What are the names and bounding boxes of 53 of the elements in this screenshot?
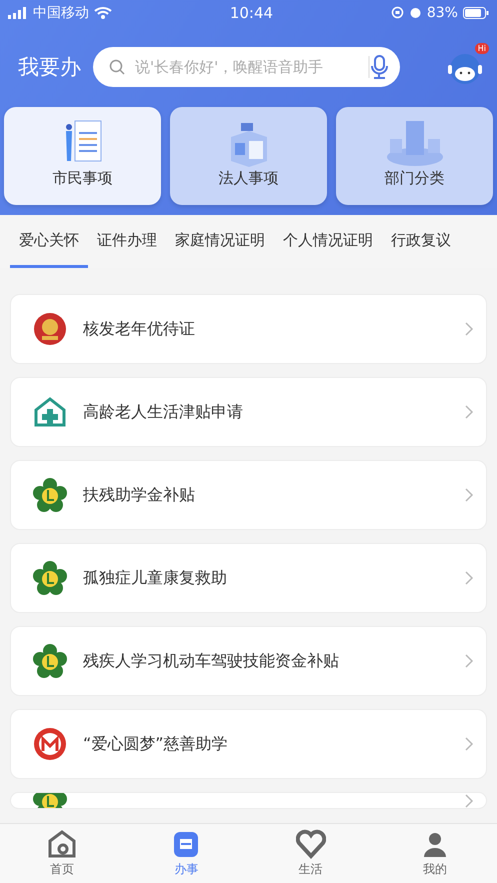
- lock-rotation-icon: [390, 6, 404, 19]
- search-field[interactable]: 说'长春你好'，唤醒语音助手: [133, 57, 360, 77]
- nav-tab[interactable]: 生活: [248, 824, 373, 883]
- signal-icon: [8, 6, 28, 18]
- carrier-name: 中国移动: [33, 4, 89, 22]
- category-tab[interactable]: 证件办理: [88, 215, 166, 268]
- category-tab[interactable]: 家庭情况证明: [166, 215, 274, 268]
- heart-icon: [296, 829, 326, 859]
- category-tab[interactable]: 爱心关怀: [10, 215, 88, 268]
- chevron-right-icon: [464, 653, 474, 669]
- flower-emblem-icon: [33, 561, 67, 595]
- house-plus-icon: [33, 395, 67, 429]
- page-title: 我要办: [18, 54, 81, 81]
- nav-tab[interactable]: 办事: [124, 824, 248, 883]
- clock-time: 10:44: [230, 4, 274, 22]
- service-item[interactable]: 核发老年优待证: [10, 294, 487, 364]
- category-card[interactable]: 市民事项: [4, 107, 161, 205]
- flower-emblem-icon: [33, 644, 67, 678]
- service-title: 高龄老人生活津贴申请: [83, 402, 244, 422]
- service-title: 孤独症儿童康复救助: [83, 568, 228, 588]
- category-card[interactable]: 部门分类: [336, 107, 493, 205]
- service-item[interactable]: 扶残助学金补贴: [10, 460, 487, 530]
- search-icon: [109, 59, 125, 75]
- flower-emblem-icon: [33, 478, 67, 512]
- service-item[interactable]: 残疾人学习机动车驾驶技能资金补贴: [10, 626, 487, 696]
- battery-icon: [462, 6, 489, 18]
- service-item[interactable]: 高龄老人生活津贴申请: [10, 377, 487, 447]
- charity-emblem-icon: [33, 727, 67, 761]
- home-icon: [47, 829, 78, 859]
- chevron-right-icon: [464, 570, 474, 586]
- wifi-icon: [94, 6, 112, 19]
- service-item[interactable]: “爱心圆梦”慈善助学: [10, 709, 487, 779]
- category-card[interactable]: 法人事项: [170, 107, 327, 205]
- emblem-icon: [33, 312, 67, 346]
- service-title: 核发老年优待证: [83, 318, 196, 340]
- service-title: 扶残助学金补贴: [83, 484, 196, 506]
- search-bar[interactable]: 说'长春你好'，唤醒语音助手: [93, 47, 400, 87]
- battery-percent: 83%: [426, 4, 458, 20]
- hi-badge: Hi: [474, 43, 489, 54]
- category-tab[interactable]: 行政复议: [382, 215, 460, 268]
- nav-tab[interactable]: 首页: [0, 824, 124, 883]
- chevron-right-icon: [464, 793, 474, 808]
- service-item[interactable]: [10, 792, 487, 809]
- chevron-right-icon: [464, 487, 474, 503]
- service-item[interactable]: 孤独症儿童康复救助: [10, 543, 487, 613]
- service-title: 残疾人学习机动车驾驶技能资金补贴: [83, 650, 340, 672]
- microphone-icon[interactable]: [368, 54, 390, 80]
- nav-tab[interactable]: 我的: [372, 824, 497, 883]
- service-title: “爱心圆梦”慈善助学: [83, 734, 229, 754]
- chevron-right-icon: [464, 404, 474, 420]
- chevron-right-icon: [464, 321, 474, 337]
- chevron-right-icon: [464, 736, 474, 752]
- category-tab[interactable]: 个人情况证明: [274, 215, 382, 268]
